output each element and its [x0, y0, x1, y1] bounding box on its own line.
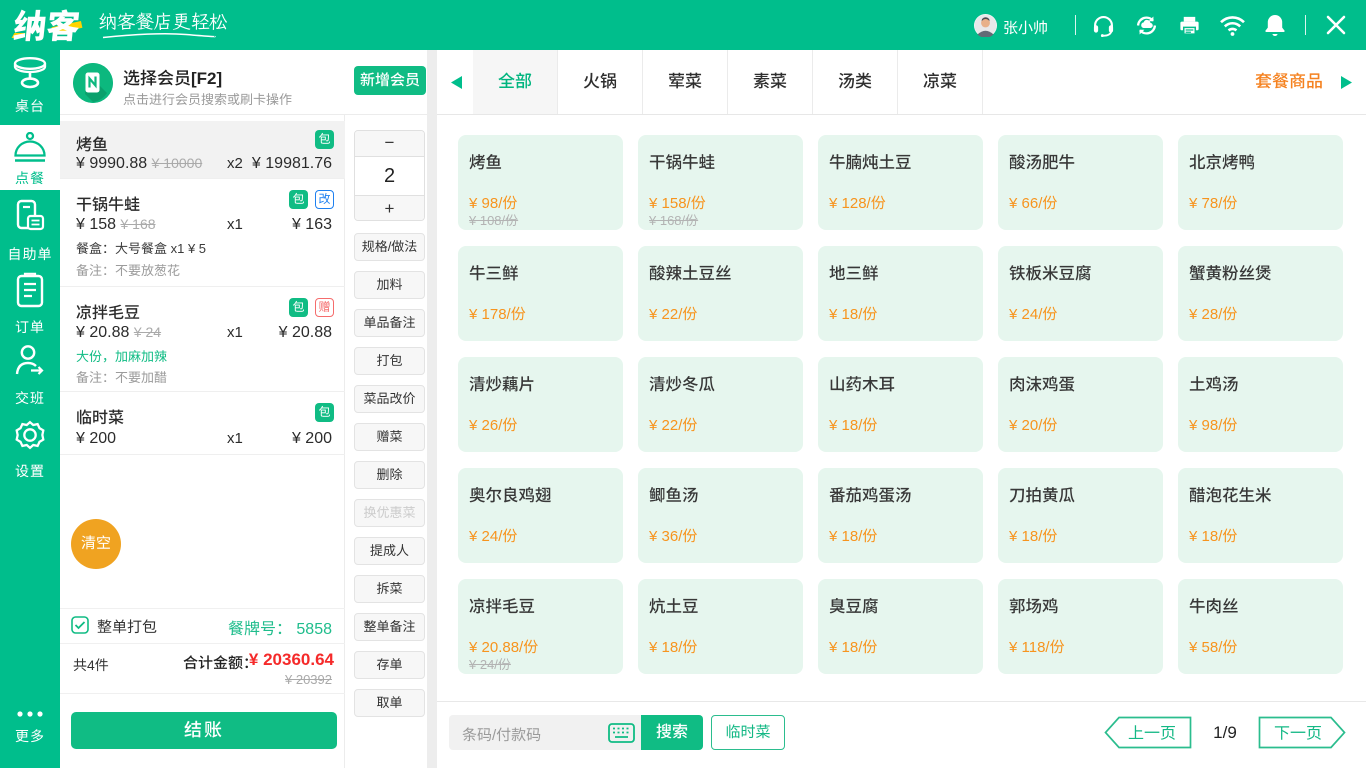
svg-text:下一页: 下一页: [1274, 720, 1322, 744]
svg-text:上一页: 上一页: [1128, 720, 1176, 744]
